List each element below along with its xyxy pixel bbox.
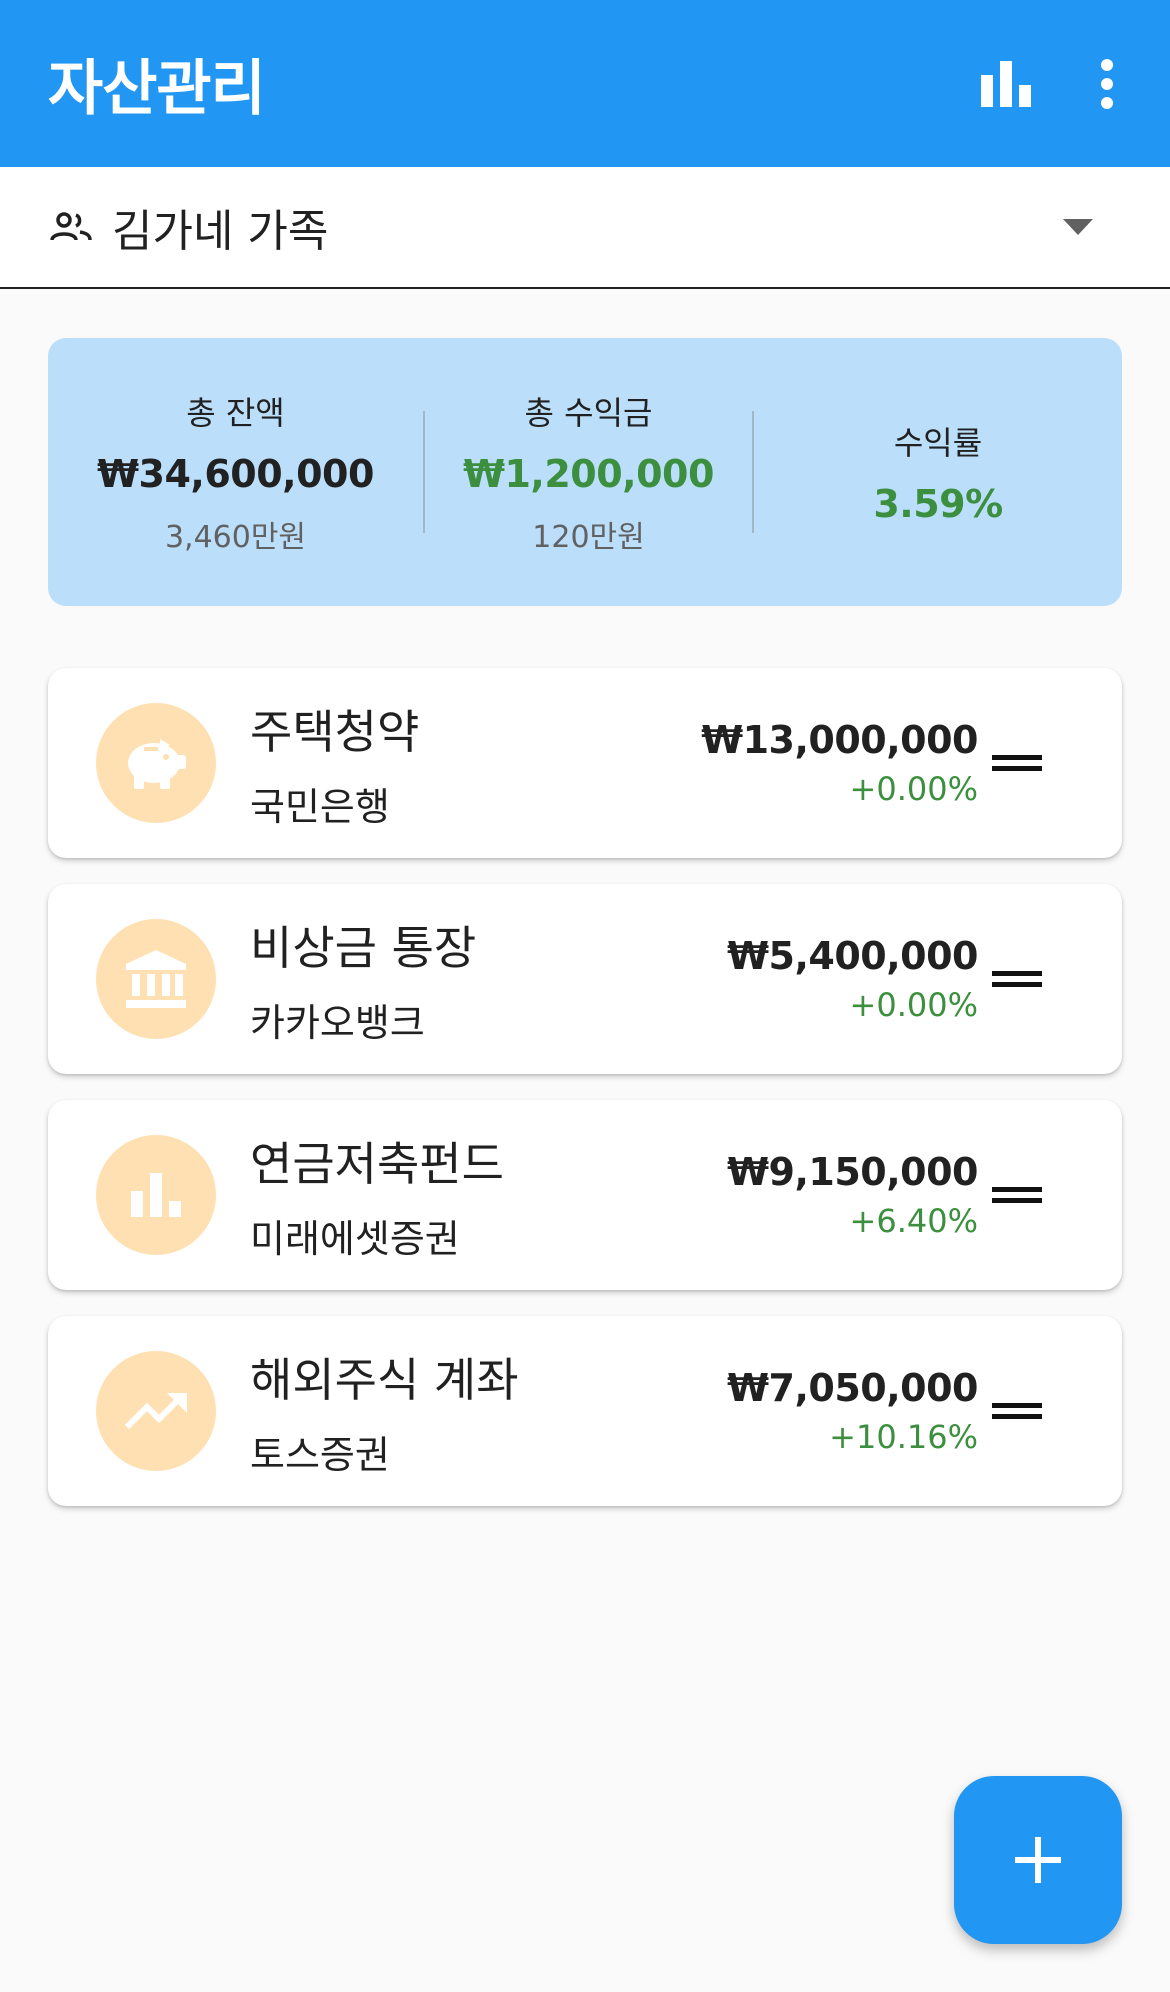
account-amount: ₩5,400,000 — [727, 934, 978, 978]
account-values: ₩9,150,000 +6.40% — [727, 1150, 978, 1240]
total-profit-short: 120만원 — [532, 520, 645, 555]
account-list: 주택청약 국민은행 ₩13,000,000 +0.00% 비상금 통장 카카오뱅… — [48, 668, 1122, 1532]
total-profit-value: ₩1,200,000 — [463, 452, 714, 496]
account-return-rate: +6.40% — [849, 1202, 978, 1240]
account-info: 비상금 통장 카카오뱅크 — [250, 912, 727, 1047]
account-values: ₩7,050,000 +10.16% — [727, 1366, 978, 1456]
account-name: 해외주식 계좌 — [250, 1352, 519, 1407]
account-info: 해외주식 계좌 토스증권 — [250, 1344, 727, 1479]
app-bar: 자산관리 — [0, 0, 1170, 167]
return-rate-section: 수익률 3.59% — [754, 338, 1122, 606]
more-vert-icon — [1101, 58, 1113, 109]
trending-up-icon — [96, 1351, 216, 1471]
account-card[interactable]: 비상금 통장 카카오뱅크 ₩5,400,000 +0.00% — [48, 884, 1122, 1074]
account-card[interactable]: 해외주식 계좌 토스증권 ₩7,050,000 +10.16% — [48, 1316, 1122, 1506]
family-group-label: 김가네 가족 — [112, 206, 329, 257]
account-name: 연금저축펀드 — [250, 1136, 504, 1191]
account-info: 연금저축펀드 미래에셋증권 — [250, 1128, 727, 1263]
total-balance-section: 총 잔액 ₩34,600,000 3,460만원 — [48, 338, 423, 606]
total-profit-section: 총 수익금 ₩1,200,000 120만원 — [425, 338, 752, 606]
account-amount: ₩13,000,000 — [701, 718, 978, 762]
return-rate-label: 수익률 — [893, 424, 983, 462]
return-rate-value: 3.59% — [873, 482, 1003, 526]
account-values: ₩5,400,000 +0.00% — [727, 934, 978, 1024]
total-profit-label: 총 수익금 — [524, 394, 653, 432]
piggy-bank-icon — [96, 703, 216, 823]
account-return-rate: +0.00% — [849, 770, 978, 808]
account-name: 주택청약 — [250, 704, 420, 759]
plus-icon — [1015, 1837, 1061, 1883]
account-card[interactable]: 연금저축펀드 미래에셋증권 ₩9,150,000 +6.40% — [48, 1100, 1122, 1290]
more-options-button[interactable] — [1092, 54, 1122, 114]
drag-handle-icon[interactable] — [992, 964, 1042, 994]
account-name: 비상금 통장 — [250, 920, 477, 975]
bar-chart-icon — [96, 1135, 216, 1255]
drag-handle-icon[interactable] — [992, 1180, 1042, 1210]
bank-icon — [96, 919, 216, 1039]
people-icon — [50, 205, 94, 249]
total-balance-value: ₩34,600,000 — [97, 452, 374, 496]
account-bank: 미래에셋증권 — [250, 1216, 460, 1261]
asset-summary-card: 총 잔액 ₩34,600,000 3,460만원 총 수익금 ₩1,200,00… — [48, 338, 1122, 606]
dropdown-arrow-icon — [1058, 207, 1098, 247]
account-amount: ₩7,050,000 — [727, 1366, 978, 1410]
drag-handle-icon[interactable] — [992, 1396, 1042, 1426]
family-group-dropdown[interactable]: 김가네 가족 — [0, 167, 1170, 289]
total-balance-short: 3,460만원 — [164, 520, 307, 555]
account-values: ₩13,000,000 +0.00% — [701, 718, 978, 808]
account-return-rate: +10.16% — [829, 1418, 978, 1456]
account-bank: 카카오뱅크 — [250, 1000, 425, 1045]
account-return-rate: +0.00% — [849, 986, 978, 1024]
statistics-button[interactable] — [976, 54, 1036, 114]
account-amount: ₩9,150,000 — [727, 1150, 978, 1194]
account-info: 주택청약 국민은행 — [250, 696, 701, 831]
account-bank: 국민은행 — [250, 784, 390, 829]
app-title: 자산관리 — [48, 54, 266, 124]
total-balance-label: 총 잔액 — [186, 394, 285, 432]
add-account-button[interactable] — [954, 1776, 1122, 1944]
account-bank: 토스증권 — [250, 1432, 390, 1477]
drag-handle-icon[interactable] — [992, 748, 1042, 778]
bar-chart-icon — [981, 60, 1031, 107]
account-card[interactable]: 주택청약 국민은행 ₩13,000,000 +0.00% — [48, 668, 1122, 858]
